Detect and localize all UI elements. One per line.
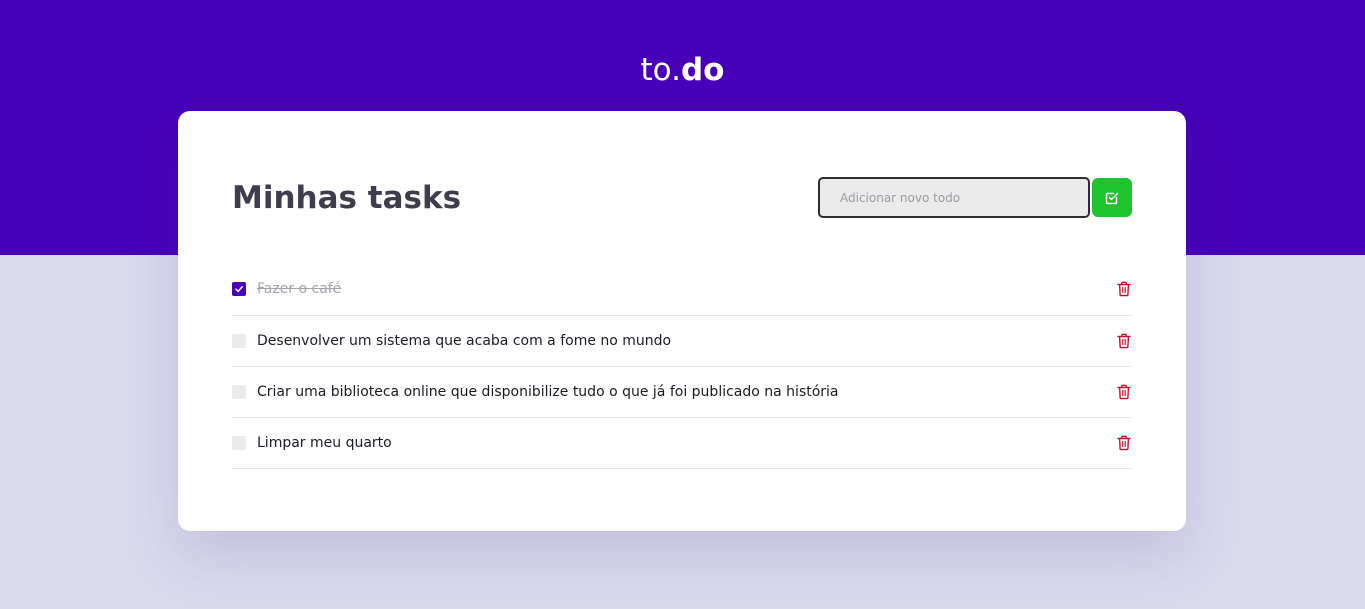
delete-task-button[interactable] <box>1116 383 1132 401</box>
trash-icon <box>1117 281 1131 297</box>
trash-icon <box>1117 435 1131 451</box>
delete-task-button[interactable] <box>1116 280 1132 298</box>
page-title: Minhas tasks <box>232 180 462 216</box>
task-label: Limpar meu quarto <box>257 435 392 451</box>
task-row: Fazer o café <box>232 263 1132 316</box>
tasks-card: Minhas tasks Fazer o café <box>178 111 1186 531</box>
task-label: Fazer o café <box>257 281 342 297</box>
task-row: Desenvolver um sistema que acaba com a f… <box>232 316 1132 367</box>
logo-light: to. <box>640 52 681 88</box>
task-label: Desenvolver um sistema que acaba com a f… <box>257 333 672 349</box>
task-row: Criar uma biblioteca online que disponib… <box>232 367 1132 418</box>
check-square-icon <box>1105 192 1119 204</box>
task-row: Limpar meu quarto <box>232 418 1132 469</box>
trash-icon <box>1117 384 1131 400</box>
task-label: Criar uma biblioteca online que disponib… <box>257 384 839 400</box>
logo-bold: do <box>680 52 725 88</box>
new-todo-input[interactable] <box>818 177 1090 218</box>
delete-task-button[interactable] <box>1116 332 1132 350</box>
delete-task-button[interactable] <box>1116 434 1132 452</box>
check-icon <box>235 286 243 293</box>
task-list: Fazer o café Desenvolver um sistema que … <box>232 263 1132 469</box>
task-checkbox[interactable] <box>232 282 246 296</box>
trash-icon <box>1117 333 1131 349</box>
add-todo-button[interactable] <box>1092 178 1132 217</box>
task-checkbox[interactable] <box>232 436 246 450</box>
logo: to.do <box>0 48 1365 92</box>
task-checkbox[interactable] <box>232 385 246 399</box>
task-checkbox[interactable] <box>232 334 246 348</box>
